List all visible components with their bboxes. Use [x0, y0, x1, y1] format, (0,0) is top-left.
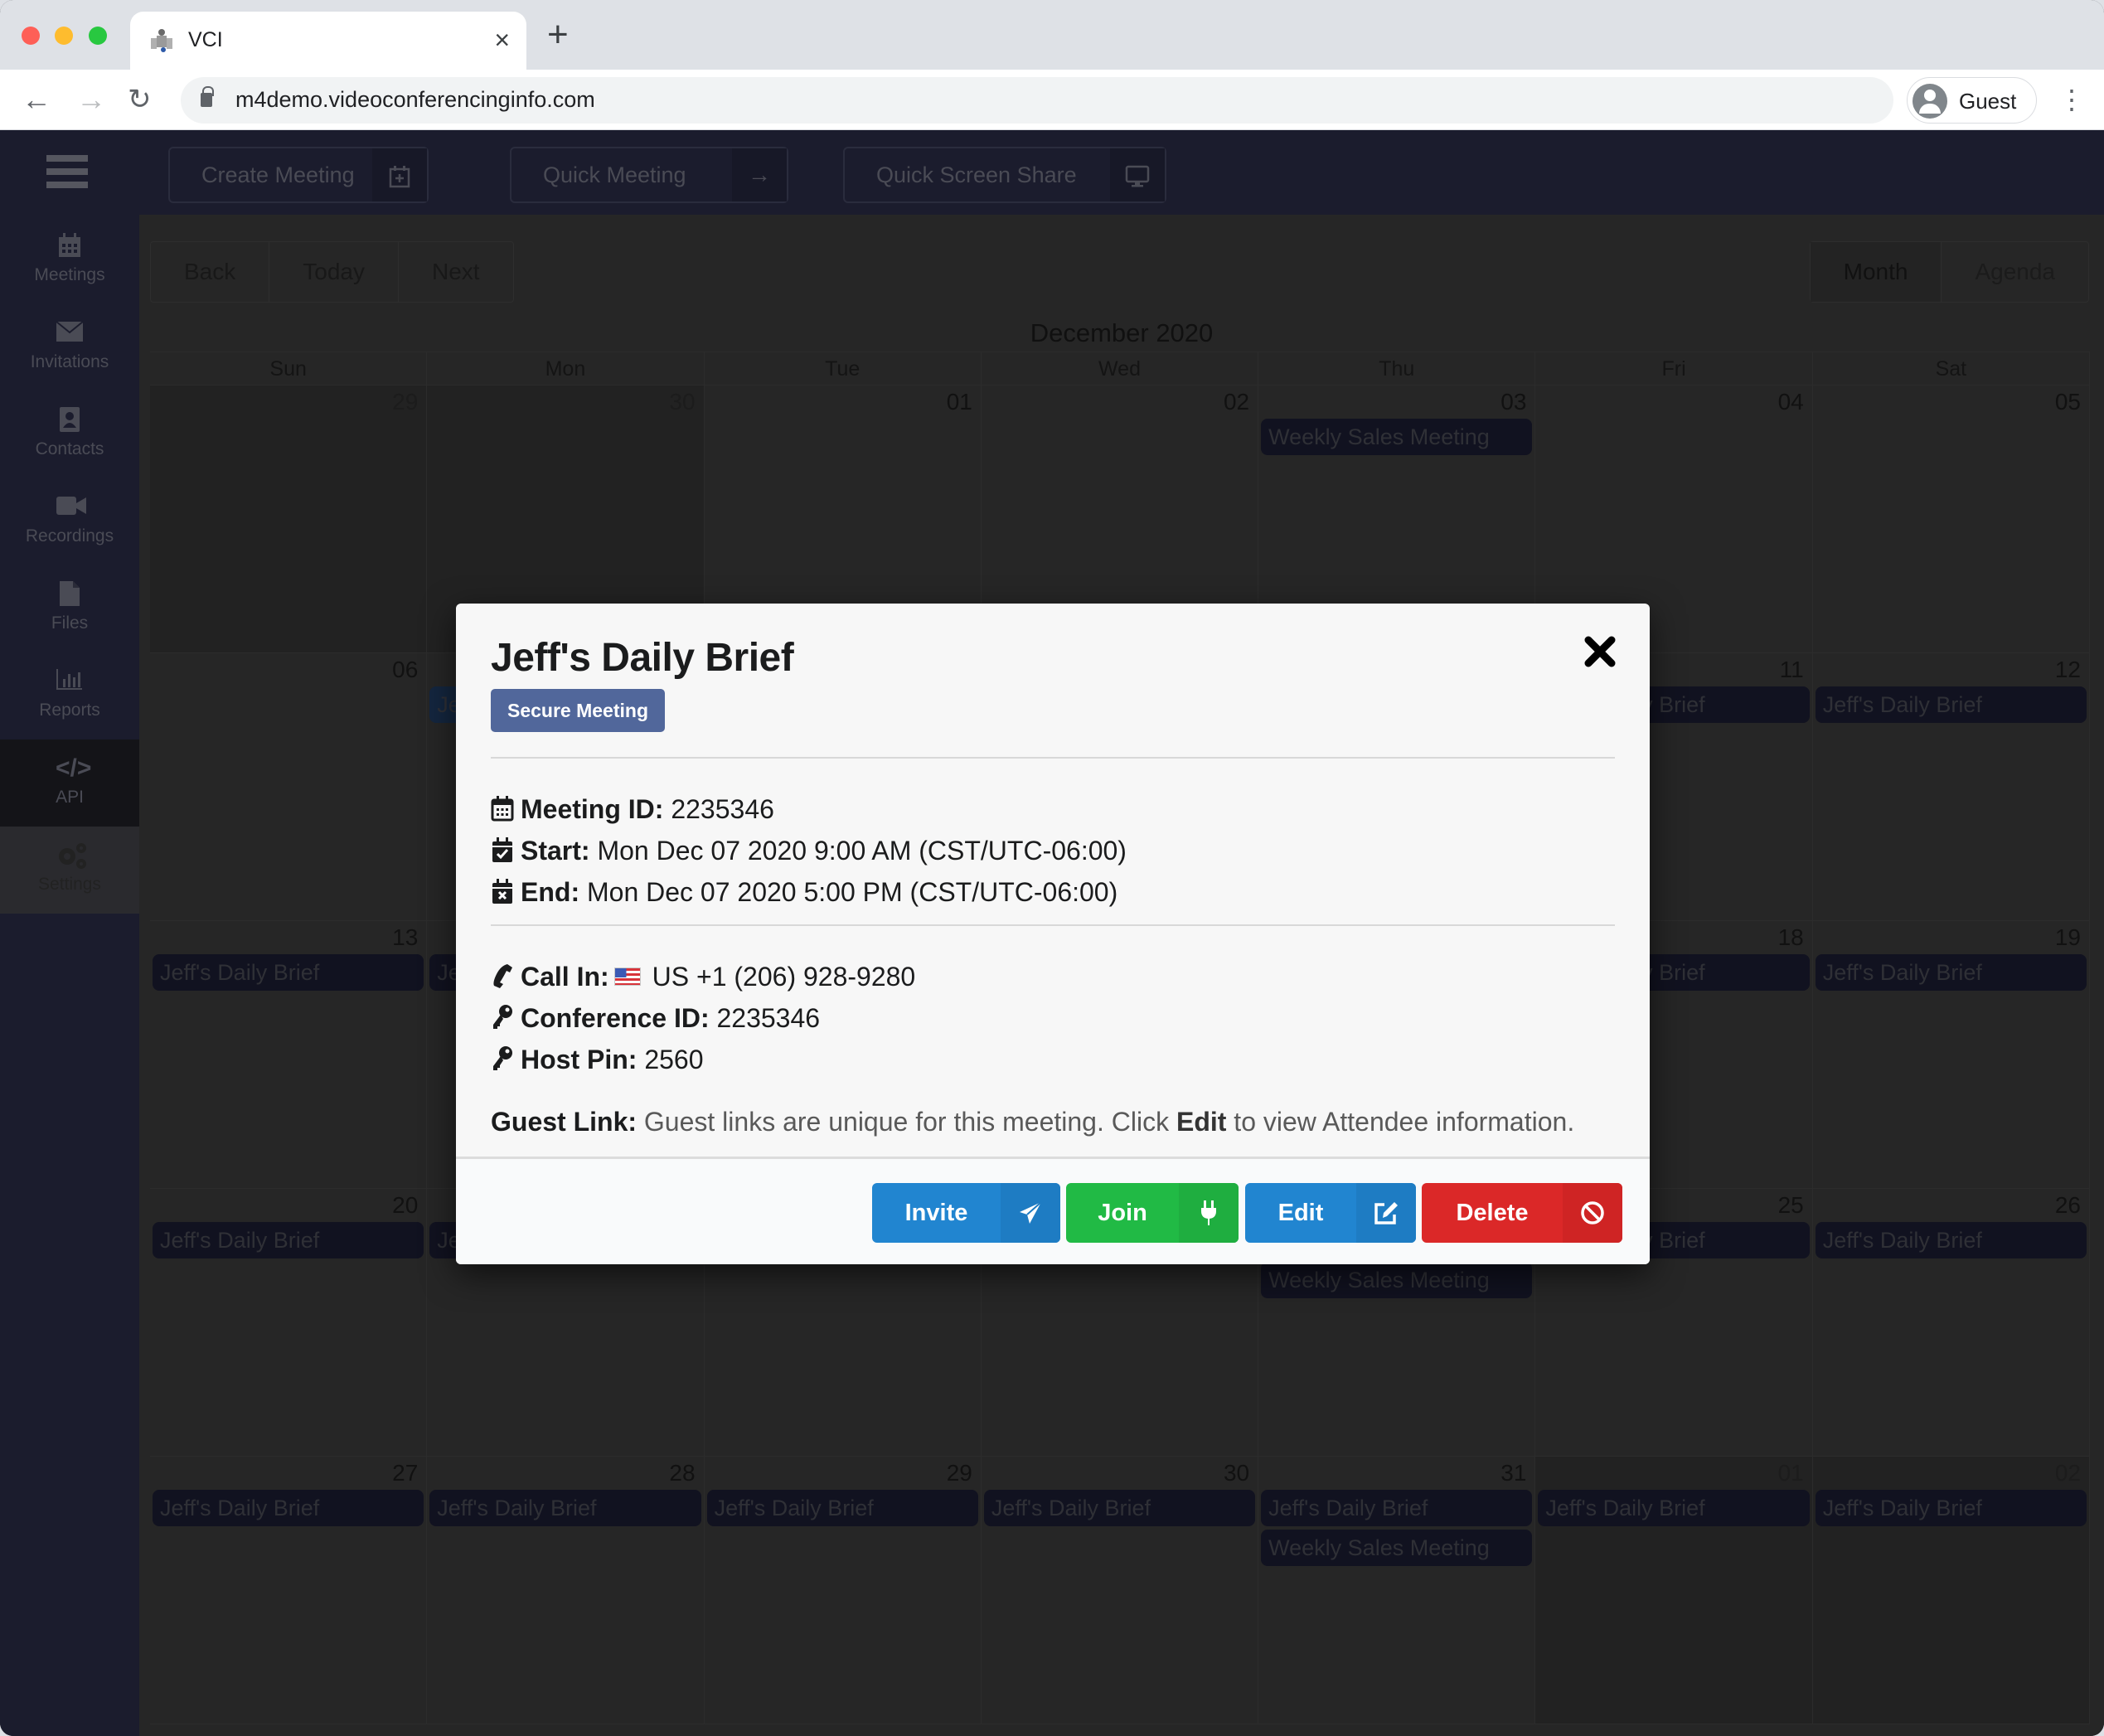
join-button[interactable]: Join — [1066, 1183, 1239, 1243]
divider — [491, 757, 1615, 759]
call-in-number[interactable]: US +1 (206) 928-9280 — [652, 962, 916, 992]
call-in-row: Call In: US +1 (206) 928-9280 — [491, 962, 915, 992]
calendar-icon — [491, 796, 514, 822]
reload-icon[interactable]: ↻ — [128, 81, 152, 118]
close-window-button[interactable] — [22, 27, 40, 45]
address-bar-row: ← → ↻ m4demo.videoconferencinginfo.com G… — [0, 70, 2104, 130]
profile-label: Guest — [1959, 89, 2017, 114]
minimize-window-button[interactable] — [55, 27, 73, 45]
guest-link-row: Guest Link: Guest links are unique for t… — [491, 1107, 1575, 1137]
divider — [491, 924, 1615, 926]
meeting-id-row: Meeting ID: 2235346 — [491, 794, 774, 825]
start-row: Start: Mon Dec 07 2020 9:00 AM (CST/UTC-… — [491, 836, 1127, 866]
tab-bar: VCI × + — [0, 0, 2104, 70]
browser-tab[interactable]: VCI × — [130, 12, 526, 70]
edit-icon — [1356, 1183, 1416, 1243]
secure-meeting-badge: Secure Meeting — [491, 689, 665, 732]
tab-close-icon[interactable]: × — [494, 23, 510, 56]
meeting-id-value: 2235346 — [671, 794, 774, 824]
paper-plane-icon — [1001, 1183, 1060, 1243]
lock-icon — [201, 86, 214, 107]
delete-button[interactable]: Delete — [1422, 1183, 1622, 1243]
close-icon[interactable] — [1582, 633, 1618, 670]
us-flag-icon — [613, 967, 641, 986]
meeting-details-modal: Jeff's Daily Brief Secure Meeting Meetin… — [456, 604, 1650, 1264]
ban-icon — [1563, 1183, 1622, 1243]
plug-icon — [1179, 1183, 1239, 1243]
new-tab-icon[interactable]: + — [547, 17, 569, 53]
browser-window: VCI × + ← → ↻ m4demo.videoconferencingin… — [0, 0, 2104, 1736]
maximize-window-button[interactable] — [89, 27, 107, 45]
key-icon — [493, 1005, 512, 1029]
host-pin-value: 2560 — [644, 1045, 704, 1074]
edit-button[interactable]: Edit — [1245, 1183, 1416, 1243]
url-text: m4demo.videoconferencinginfo.com — [235, 87, 595, 112]
invite-button[interactable]: Invite — [872, 1183, 1060, 1243]
profile-avatar-icon — [1913, 84, 1947, 119]
conference-id-row: Conference ID: 2235346 — [491, 1003, 820, 1034]
url-input[interactable]: m4demo.videoconferencinginfo.com — [181, 77, 1893, 124]
key-icon — [493, 1046, 512, 1070]
tab-title: VCI — [188, 28, 223, 51]
end-row: End: Mon Dec 07 2020 5:00 PM (CST/UTC-06… — [491, 877, 1117, 908]
conference-id-value: 2235346 — [716, 1003, 821, 1033]
modal-title: Jeff's Daily Brief — [491, 636, 794, 680]
back-arrow-icon[interactable]: ← — [22, 81, 51, 118]
calendar-times-icon — [492, 879, 512, 904]
browser-menu-icon[interactable]: ⋮ — [2058, 80, 2085, 119]
calendar-check-icon — [492, 837, 512, 862]
phone-icon — [493, 964, 512, 988]
app: Meetings Invitations Contacts Recordings — [0, 130, 2104, 1736]
end-value: Mon Dec 07 2020 5:00 PM (CST/UTC-06:00) — [586, 877, 1118, 907]
vci-favicon-icon — [151, 29, 172, 52]
start-value: Mon Dec 07 2020 9:00 AM (CST/UTC-06:00) — [597, 836, 1127, 866]
forward-arrow-icon[interactable]: → — [76, 81, 106, 118]
modal-actions: Invite Join Edit Delete — [456, 1157, 1650, 1264]
profile-button[interactable]: Guest — [1907, 77, 2037, 124]
host-pin-row: Host Pin: 2560 — [491, 1045, 704, 1075]
